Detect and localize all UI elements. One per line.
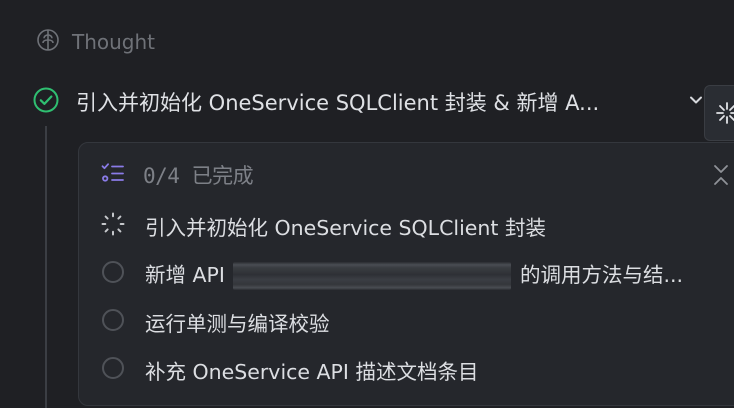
todo-item-label-prefix: 新增 API [145,263,225,287]
sparkle-icon [716,102,734,124]
todo-panel: 0/4 已完成 引入并初始化 OneService SQLClient 封装 新… [78,142,734,406]
todo-item-label: 运行单测与编译校验 [145,312,330,336]
side-action-button[interactable] [704,85,734,141]
timeline-line [45,126,47,408]
thought-label: Thought [72,30,156,54]
empty-circle-icon [101,308,125,336]
task-header[interactable]: 引入并初始化 OneService SQLClient 封装 & 新增 A... [33,86,705,118]
todo-item[interactable]: 新增 API 的调用方法与结... [101,258,683,290]
todo-item-label: 引入并初始化 OneService SQLClient 封装 [145,216,546,240]
todo-item[interactable]: 补充 OneService API 描述文档条目 [101,356,479,384]
checklist-icon [101,162,125,188]
redacted-text [233,262,512,290]
check-circle-icon [33,87,59,117]
todo-header: 0/4 已完成 [101,160,254,190]
brain-icon [36,28,60,56]
spinner-icon [101,212,125,240]
todo-item-label: 补充 OneService API 描述文档条目 [145,360,479,384]
todo-progress: 0/4 已完成 [143,160,254,190]
todo-item[interactable]: 运行单测与编译校验 [101,308,330,336]
chevron-down-icon[interactable] [687,91,705,113]
empty-circle-icon [101,356,125,384]
progress-count: 0/4 [143,164,180,188]
collapse-icon[interactable] [712,163,730,191]
todo-item[interactable]: 引入并初始化 OneService SQLClient 封装 [101,212,546,240]
todo-item-label: 新增 API 的调用方法与结... [145,258,683,290]
empty-circle-icon [101,260,125,288]
progress-suffix: 已完成 [191,164,254,188]
task-title: 引入并初始化 OneService SQLClient 封装 & 新增 A... [76,91,600,115]
thought-header[interactable]: Thought [36,29,155,55]
todo-item-label-suffix: 的调用方法与结... [520,263,684,287]
